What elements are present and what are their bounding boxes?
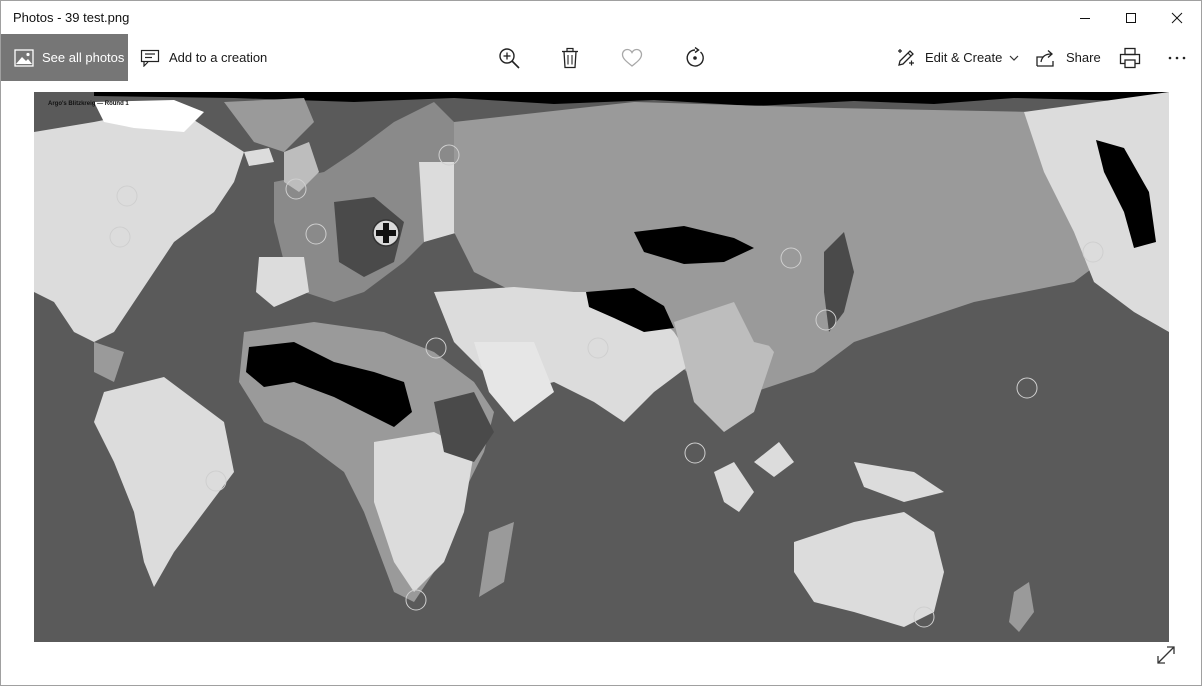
edit-pencil-icon (896, 48, 916, 68)
photos-icon (14, 48, 34, 67)
add-to-creation-button[interactable]: Add to a creation (140, 34, 267, 81)
photos-app-window: Photos - 39 test.png See all photos Add … (0, 0, 1202, 686)
trash-icon (562, 47, 578, 68)
map-caption: Argo's Blitzkreig — Round 1 (48, 101, 129, 107)
favorite-button[interactable] (614, 34, 650, 81)
minimize-button[interactable] (1062, 1, 1108, 34)
see-all-photos-label: See all photos (42, 50, 125, 65)
edit-create-button[interactable]: Edit & Create (896, 34, 1019, 81)
toolbar: See all photos Add to a creation Edit & … (1, 34, 1201, 81)
photo-viewer-image[interactable]: Argo's Blitzkreig — Round 1 (34, 92, 1169, 642)
share-icon (1035, 48, 1057, 68)
share-label: Share (1066, 50, 1101, 65)
chevron-down-icon (1009, 55, 1019, 61)
fullscreen-button[interactable] (1154, 643, 1178, 667)
zoom-in-icon (499, 47, 520, 69)
close-button[interactable] (1154, 1, 1200, 34)
close-icon (1171, 12, 1183, 23)
rotate-icon (686, 46, 704, 67)
more-options-button[interactable] (1159, 34, 1195, 81)
print-button[interactable] (1112, 34, 1148, 81)
share-button[interactable]: Share (1035, 34, 1101, 81)
minimize-icon (1080, 17, 1090, 19)
zoom-button[interactable] (491, 34, 527, 81)
window-title: Photos - 39 test.png (13, 10, 130, 25)
add-to-creation-label: Add to a creation (169, 50, 268, 65)
rotate-button[interactable] (677, 34, 713, 81)
maximize-icon (1126, 12, 1136, 23)
world-map-image (34, 92, 1169, 642)
more-icon (1168, 56, 1186, 59)
title-bar: Photos - 39 test.png (1, 1, 1201, 34)
maximize-button[interactable] (1108, 1, 1154, 34)
edit-create-label: Edit & Create (925, 50, 1003, 65)
expand-icon (1157, 646, 1175, 664)
heart-icon (621, 48, 643, 67)
delete-button[interactable] (552, 34, 588, 81)
printer-icon (1119, 47, 1141, 68)
see-all-photos-button[interactable]: See all photos (1, 34, 128, 81)
creation-icon (140, 49, 160, 67)
